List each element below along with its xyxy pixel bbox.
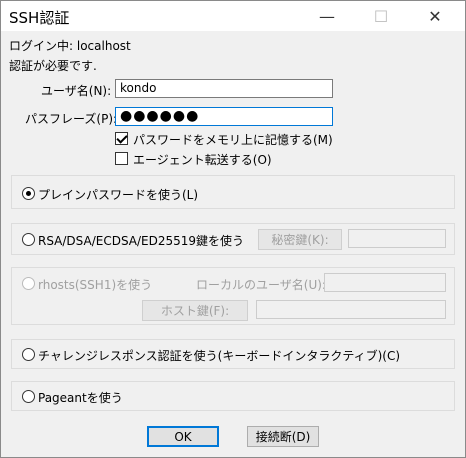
challenge-radio[interactable] xyxy=(22,348,35,361)
ok-button[interactable]: OK xyxy=(147,426,219,447)
host-key-button: ホスト鍵(F): xyxy=(142,300,248,321)
rsa-group: RSA/DSA/ECDSA/ED25519鍵を使う 秘密鍵(K): xyxy=(11,223,455,255)
rsa-label[interactable]: RSA/DSA/ECDSA/ED25519鍵を使う xyxy=(38,232,244,249)
username-label: ユーザ名(N): xyxy=(41,84,112,98)
host-key-input xyxy=(256,300,446,319)
remember-password-checkbox[interactable] xyxy=(115,132,128,145)
remember-password-label[interactable]: パスワードをメモリ上に記憶する(M) xyxy=(133,131,333,148)
login-label: ログイン中: xyxy=(9,39,74,53)
pageant-radio[interactable] xyxy=(22,390,35,403)
local-user-input xyxy=(324,273,446,292)
agent-forwarding-checkbox[interactable] xyxy=(115,152,128,165)
window-title: SSH認証 xyxy=(9,9,70,27)
private-key-input xyxy=(348,229,446,248)
auth-required-text: 認証が必要です. xyxy=(9,59,97,73)
disconnect-button[interactable]: 接続断(D) xyxy=(247,426,319,447)
agent-forwarding-label[interactable]: エージェント転送する(O) xyxy=(133,151,272,168)
ssh-auth-dialog: SSH認証 — ☐ ✕ ログイン中: localhost 認証が必要です. ユー… xyxy=(0,0,466,458)
challenge-label[interactable]: チャレンジレスポンス認証を使う(キーボードインタラクティブ)(C) xyxy=(38,347,400,364)
login-host: localhost xyxy=(76,39,131,53)
rsa-radio[interactable] xyxy=(22,233,35,246)
plain-password-group: プレインパスワードを使う(L) xyxy=(11,175,455,209)
rhosts-radio xyxy=(22,277,35,290)
challenge-group: チャレンジレスポンス認証を使う(キーボードインタラクティブ)(C) xyxy=(11,339,455,369)
pageant-label[interactable]: Pageantを使う xyxy=(38,389,123,406)
username-input[interactable]: kondo xyxy=(115,79,333,98)
login-info: ログイン中: localhost xyxy=(9,37,131,54)
private-key-button: 秘密鍵(K): xyxy=(258,229,342,250)
passphrase-input[interactable]: ●●●●●● xyxy=(115,107,333,126)
pageant-group: Pageantを使う xyxy=(11,381,455,411)
local-user-label: ローカルのユーザ名(U): xyxy=(196,278,326,292)
plain-password-radio[interactable] xyxy=(22,187,35,200)
plain-password-label[interactable]: プレインパスワードを使う(L) xyxy=(38,186,198,203)
maximize-icon: ☐ xyxy=(373,6,389,26)
close-icon[interactable]: ✕ xyxy=(413,1,457,31)
rhosts-group: rhosts(SSH1)を使う ローカルのユーザ名(U): ホスト鍵(F): xyxy=(11,267,455,325)
passphrase-label: パスフレーズ(P): xyxy=(25,112,118,126)
rhosts-label: rhosts(SSH1)を使う xyxy=(38,278,153,292)
title-bar: SSH認証 — ☐ ✕ xyxy=(1,1,465,31)
minimize-icon[interactable]: — xyxy=(305,1,349,31)
